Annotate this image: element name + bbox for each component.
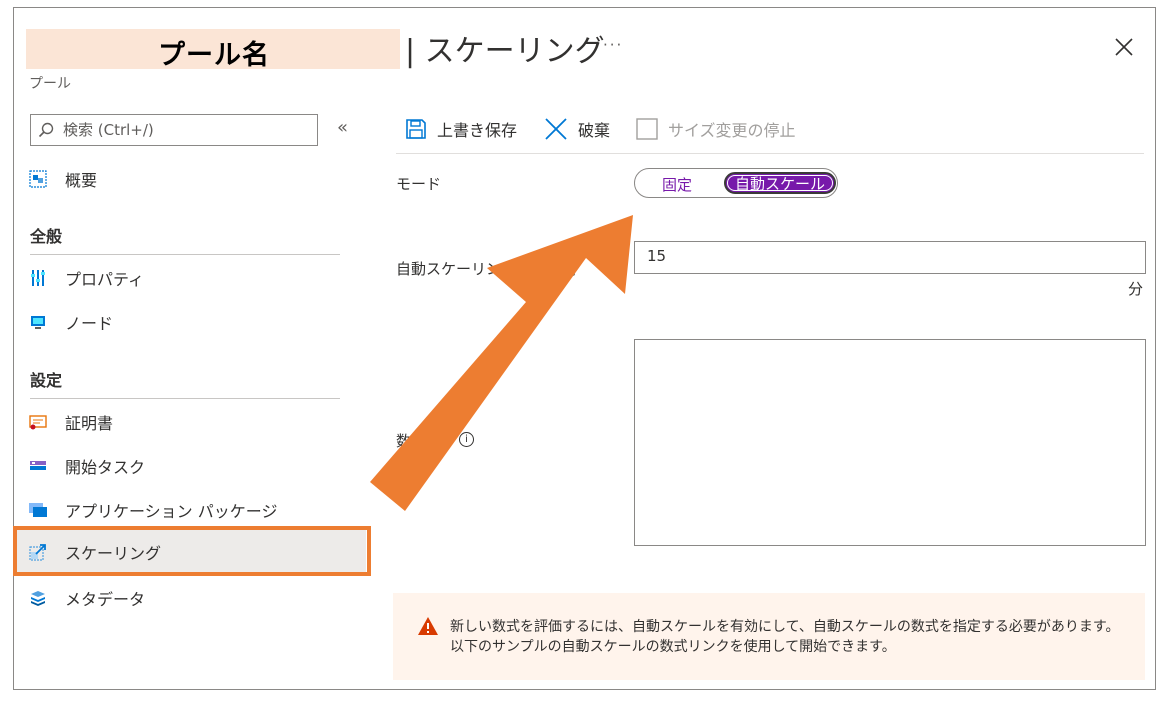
checkbox-icon	[636, 118, 658, 140]
certificate-icon	[28, 412, 48, 432]
warning-message: 新しい数式を評価するには、自動スケールを有効にして、自動スケールの数式を指定する…	[450, 617, 1119, 657]
interval-unit: 分	[1128, 280, 1144, 298]
sidebar-item-label: 証明書	[65, 414, 114, 433]
node-icon	[28, 312, 48, 332]
properties-icon	[28, 268, 48, 288]
search-input[interactable]	[63, 119, 313, 141]
discard-button[interactable]: 破棄	[544, 115, 610, 143]
discard-icon	[545, 118, 567, 140]
discard-label: 破棄	[578, 121, 611, 140]
warning-line-2: 以下のサンプルの自動スケールの数式リンクを使用して開始できます。	[450, 639, 896, 655]
close-button[interactable]	[1110, 33, 1138, 61]
collapse-sidebar-button[interactable]: «	[337, 117, 348, 138]
start-task-icon	[28, 456, 48, 476]
sidebar-item-application-packages[interactable]: アプリケーション パッケージ	[28, 495, 338, 525]
stop-resize-button[interactable]: サイズ変更の停止	[636, 115, 796, 143]
selection-highlight-border	[13, 526, 371, 576]
section-settings-heading: 設定	[30, 371, 63, 390]
formula-textarea[interactable]	[635, 340, 1145, 545]
annotation-arrow-icon	[370, 215, 633, 511]
save-icon	[406, 119, 426, 139]
sidebar-item-metadata[interactable]: メタデータ	[28, 583, 338, 613]
sidebar-item-label: メタデータ	[65, 590, 146, 609]
search-icon	[38, 122, 54, 138]
warning-icon	[418, 617, 438, 635]
search-box[interactable]	[30, 114, 318, 146]
sidebar-item-properties[interactable]: プロパティ	[28, 263, 338, 293]
close-icon	[1115, 38, 1133, 56]
pool-name-text: プール名	[158, 40, 270, 71]
divider	[30, 398, 340, 399]
sidebar-item-label: 開始タスク	[65, 458, 146, 477]
resource-type-subtitle: プール	[29, 76, 71, 92]
sidebar-item-nodes[interactable]: ノード	[28, 307, 338, 337]
sidebar-item-certificates[interactable]: 証明書	[28, 407, 338, 437]
divider	[30, 254, 340, 255]
mode-label: モード	[396, 175, 442, 193]
more-options-button[interactable]: ···	[603, 36, 623, 54]
formula-field[interactable]	[634, 339, 1146, 546]
toolbar-divider	[396, 153, 1144, 154]
save-button[interactable]: 上書き保存	[405, 115, 517, 143]
application-package-icon	[28, 500, 48, 520]
sidebar-item-start-task[interactable]: 開始タスク	[28, 451, 338, 481]
evaluation-interval-input[interactable]	[647, 247, 1127, 265]
section-general-heading: 全般	[30, 227, 63, 246]
page-title: | スケーリング	[405, 34, 605, 69]
sidebar-item-label: プロパティ	[65, 270, 145, 289]
warning-line-1: 新しい数式を評価するには、自動スケールを有効にして、自動スケールの数式を指定する…	[450, 619, 1120, 635]
evaluation-interval-field[interactable]	[634, 241, 1146, 274]
metadata-icon	[28, 588, 48, 608]
stop-resize-label: サイズ変更の停止	[668, 121, 796, 140]
save-label: 上書き保存	[437, 121, 518, 140]
sidebar-item-overview[interactable]: 概要	[28, 164, 338, 194]
mode-option-autoscale[interactable]: 自動スケール	[724, 172, 836, 194]
overview-icon	[28, 169, 48, 189]
sidebar-item-label: ノード	[65, 314, 114, 333]
sidebar-item-label: 概要	[65, 171, 98, 190]
sidebar-item-label: アプリケーション パッケージ	[65, 502, 278, 521]
mode-option-fixed[interactable]: 固定	[662, 174, 692, 195]
